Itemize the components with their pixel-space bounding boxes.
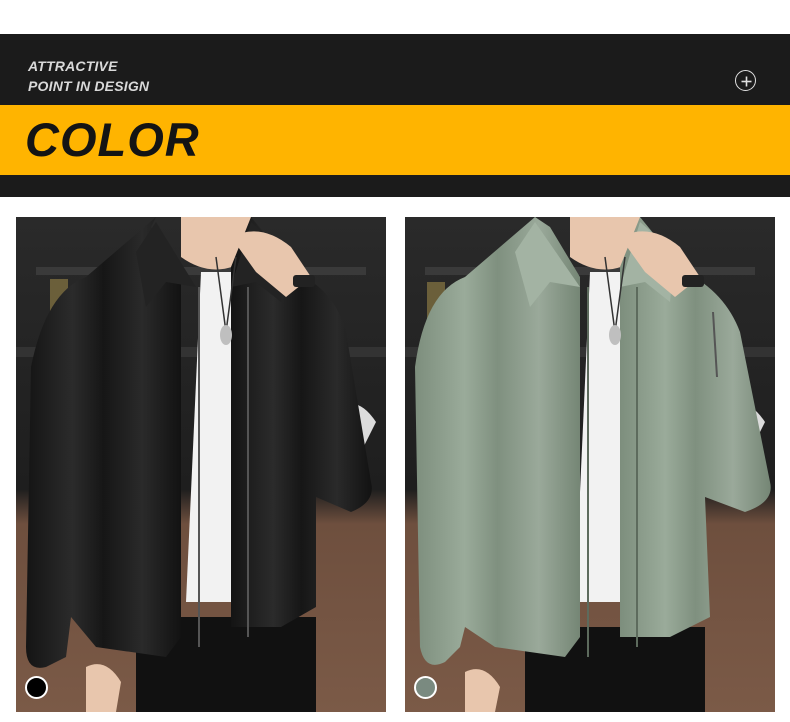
jacket-photo-sage-green	[405, 217, 775, 712]
plus-circle-icon[interactable]	[735, 70, 756, 91]
color-banner: ATTRACTIVE POINT IN DESIGN COLOR	[0, 34, 790, 197]
product-image-black[interactable]	[16, 217, 386, 712]
product-image-sage-green[interactable]	[405, 217, 775, 712]
tagline: ATTRACTIVE POINT IN DESIGN	[28, 56, 149, 96]
accent-stripe: COLOR	[0, 105, 790, 175]
jacket-photo-black	[16, 217, 386, 712]
tagline-line-2: POINT IN DESIGN	[28, 78, 150, 94]
color-swatch-sage-green[interactable]	[414, 676, 437, 699]
color-swatch-black[interactable]	[25, 676, 48, 699]
section-title: COLOR	[25, 113, 200, 166]
tagline-line-1: ATTRACTIVE	[28, 58, 118, 74]
